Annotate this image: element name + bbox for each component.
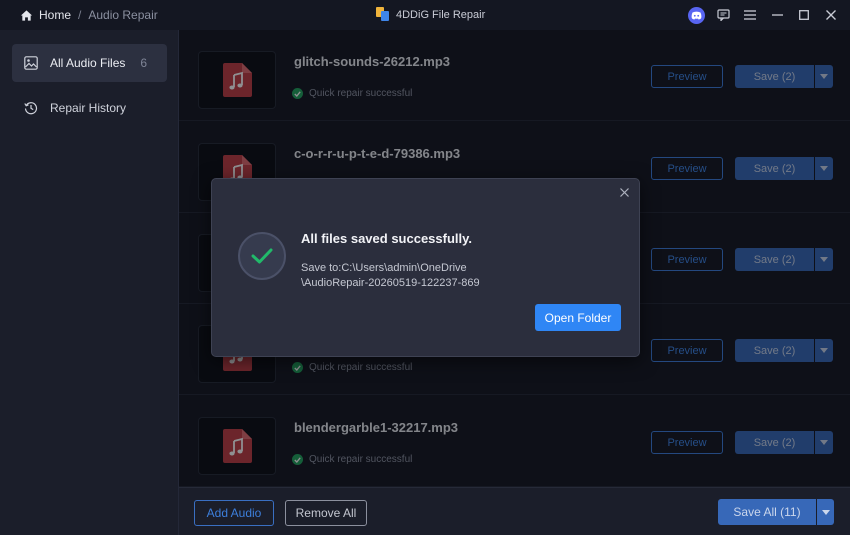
feedback-button[interactable] [710, 0, 736, 30]
image-icon [24, 56, 38, 70]
discord-button[interactable] [683, 0, 709, 30]
sidebar-item-label: Repair History [50, 101, 127, 115]
dialog-title: All files saved successfully. [301, 231, 473, 246]
close-icon [826, 10, 836, 20]
sidebar-item-repair-history[interactable]: Repair History [12, 89, 167, 127]
save-path-line: \AudioRepair-20260519-122237-869 [301, 277, 480, 289]
open-folder-button[interactable]: Open Folder [535, 304, 621, 331]
app-logo-icon [376, 7, 389, 21]
save-path-text: Save to:C:\Users\admin\OneDrive \AudioRe… [301, 261, 601, 291]
discord-icon [687, 6, 705, 24]
breadcrumb-separator: / [78, 8, 82, 22]
close-icon [619, 187, 629, 197]
footer-toolbar: Add Audio Remove All Save All (11) [179, 487, 850, 535]
maximize-icon [799, 10, 809, 20]
remove-all-button[interactable]: Remove All [285, 500, 367, 526]
sidebar-item-label: All Audio Files [50, 56, 126, 70]
feedback-icon [716, 9, 730, 21]
save-all-dropdown-button[interactable] [817, 499, 834, 525]
save-success-dialog: All files saved successfully. Save to:C:… [211, 178, 640, 357]
home-icon[interactable] [20, 9, 33, 22]
dialog-close-button[interactable] [617, 185, 631, 199]
minimize-button[interactable] [764, 0, 790, 30]
menu-icon [744, 10, 756, 20]
save-path-line: Save to:C:\Users\admin\OneDrive [301, 262, 467, 274]
window-controls [682, 0, 850, 30]
maximize-button[interactable] [791, 0, 817, 30]
breadcrumb-current: Audio Repair [88, 8, 158, 22]
add-audio-button[interactable]: Add Audio [194, 500, 274, 526]
sidebar: All Audio Files 6 Repair History [0, 30, 179, 535]
breadcrumb-home[interactable]: Home [39, 8, 71, 22]
close-window-button[interactable] [818, 0, 844, 30]
app-title-text: 4DDiG File Repair [396, 8, 486, 21]
save-all-button[interactable]: Save All (11) [718, 499, 816, 525]
app-title: 4DDiG File Repair [376, 7, 485, 22]
history-icon [24, 102, 38, 115]
menu-button[interactable] [737, 0, 763, 30]
title-bar: Home / Audio Repair 4DDiG File Repair [0, 0, 850, 30]
minimize-icon [771, 14, 783, 16]
file-count-badge: 6 [140, 56, 147, 70]
caret-down-icon [821, 509, 830, 515]
sidebar-item-all-audio-files[interactable]: All Audio Files 6 [12, 44, 167, 82]
success-check-icon [238, 232, 286, 280]
breadcrumb: Home / Audio Repair [20, 8, 158, 22]
